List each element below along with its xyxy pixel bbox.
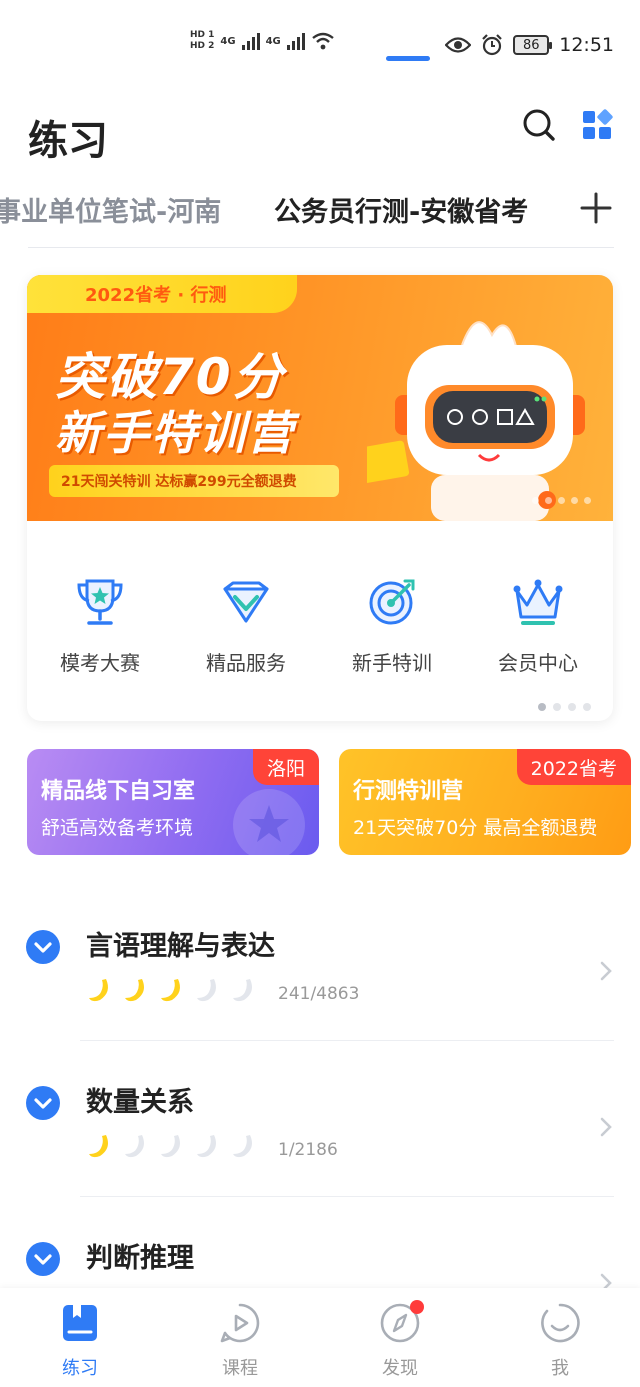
grid-icon[interactable] <box>580 108 614 142</box>
status-bar: HD 1 HD 2 4G 4G 86 12:51 <box>0 0 640 92</box>
star-badge-icon <box>233 789 305 855</box>
promo-title: 行测特训营 <box>353 779 464 804</box>
diamond-icon <box>223 581 269 623</box>
sim1-label: HD 1 <box>190 30 215 40</box>
banana-filled-icon <box>125 979 144 1002</box>
banana-empty-icon <box>161 1135 180 1158</box>
chevron-right-icon <box>600 1117 612 1137</box>
sim-indicators: HD 1 HD 2 <box>190 30 214 52</box>
promo-card-study-room[interactable]: 精品线下自习室 舒适高效备考环境 洛阳 <box>27 749 319 855</box>
banana-filled-icon <box>89 1135 108 1158</box>
status-bar-left: HD 1 HD 2 4G 4G <box>190 30 335 52</box>
quick-menu-mock-exam[interactable]: 模考大赛 <box>27 575 173 685</box>
signal2-icon <box>286 32 305 50</box>
nav-label: 练习 <box>62 1358 98 1379</box>
banner-tag: 2022省考 · 行测 <box>27 275 297 313</box>
promo-subtitle: 21天突破70分 最高全额退费 <box>353 817 598 839</box>
nav-practice[interactable]: 练习 <box>30 1302 130 1380</box>
battery-icon: 86 <box>513 35 553 55</box>
robot-mascot-icon <box>367 321 585 521</box>
rating-stars <box>86 976 258 1004</box>
banana-empty-icon <box>197 979 216 1002</box>
notification-dot <box>410 1300 424 1314</box>
alarm-icon <box>482 34 503 56</box>
trophy-icon <box>77 579 123 625</box>
clock: 12:51 <box>559 34 614 56</box>
sim2-label: HD 2 <box>190 41 215 51</box>
quick-menu-pagination <box>538 703 591 711</box>
exam-tabs: 事业单位笔试-河南 公务员行测-安徽省考 <box>0 186 640 246</box>
promo-banner[interactable]: 2022省考 · 行测 突破70分 新手特训营 21天闯关特训 达标赢299元全… <box>27 275 613 521</box>
nav-label: 课程 <box>222 1358 258 1379</box>
banner-pagination <box>532 497 591 504</box>
practice-title: 数量关系 <box>86 1087 194 1118</box>
banana-filled-icon <box>161 979 180 1002</box>
page-title: 练习 <box>28 118 108 164</box>
search-icon[interactable] <box>522 108 556 142</box>
expand-chevron-icon[interactable] <box>26 930 60 964</box>
row-divider <box>80 1040 614 1041</box>
quick-menu-label: 新手特训 <box>352 651 432 675</box>
eye-icon <box>445 37 472 53</box>
signal1-icon <box>241 32 260 50</box>
promo-badge: 2022省考 <box>516 749 631 785</box>
practice-count: 1/2186 <box>278 1140 338 1160</box>
nav-label: 我 <box>551 1358 569 1379</box>
tab-exam-2[interactable]: 公务员行测-安徽省考 <box>274 190 528 229</box>
quick-menu-label: 精品服务 <box>206 651 286 675</box>
expand-chevron-icon[interactable] <box>26 1242 60 1276</box>
banner-subtitle: 21天闯关特训 达标赢299元全额退费 <box>49 465 339 497</box>
tab-active-indicator <box>386 56 430 61</box>
practice-count: 241/4863 <box>278 984 360 1004</box>
play-icon <box>220 1303 260 1343</box>
target-icon <box>369 579 415 625</box>
quick-menu-membership[interactable]: 会员中心 <box>465 575 611 685</box>
expand-chevron-icon[interactable] <box>26 1086 60 1120</box>
banner-headline-2: 新手特训营 <box>55 406 295 460</box>
wifi-icon <box>312 32 334 50</box>
crown-icon <box>513 579 563 625</box>
nav-label: 发现 <box>382 1358 418 1379</box>
promo-title: 精品线下自习室 <box>41 779 196 804</box>
banana-empty-icon <box>197 1135 216 1158</box>
tab-exam-1[interactable]: 事业单位笔试-河南 <box>0 190 221 229</box>
quick-menu-beginner-training[interactable]: 新手特训 <box>319 575 465 685</box>
quick-menu-premium-service[interactable]: 精品服务 <box>173 575 319 685</box>
nav-courses[interactable]: 课程 <box>190 1302 290 1380</box>
banner-card: 2022省考 · 行测 突破70分 新手特训营 21天闯关特训 达标赢299元全… <box>27 275 613 721</box>
row-divider <box>80 1196 614 1197</box>
banana-filled-icon <box>89 979 108 1002</box>
profile-icon <box>541 1303 580 1343</box>
quick-menu-label: 会员中心 <box>498 651 578 675</box>
bottom-nav: 练习 课程 发现 我 <box>0 1288 640 1387</box>
nav-profile[interactable]: 我 <box>510 1302 610 1380</box>
promo-card-training-camp[interactable]: 行测特训营 21天突破70分 最高全额退费 2022省考 <box>339 749 631 855</box>
status-bar-right: 86 12:51 <box>445 34 614 56</box>
practice-item[interactable]: 言语理解与表达 241/4863 <box>0 930 640 1080</box>
banana-empty-icon <box>233 979 252 1002</box>
book-icon <box>63 1305 97 1341</box>
rating-stars <box>86 1132 258 1160</box>
nav-discover[interactable]: 发现 <box>350 1300 450 1380</box>
practice-title: 言语理解与表达 <box>86 931 275 962</box>
plus-icon[interactable] <box>576 186 616 230</box>
quick-menu-label: 模考大赛 <box>60 651 140 675</box>
promo-subtitle: 舒适高效备考环境 <box>41 817 194 839</box>
banana-empty-icon <box>125 1135 144 1158</box>
network1-label: 4G <box>220 35 236 47</box>
battery-level: 86 <box>522 37 540 53</box>
chevron-right-icon <box>600 961 612 981</box>
network2-label: 4G <box>265 35 281 47</box>
tabs-divider <box>28 247 614 248</box>
promo-badge: 洛阳 <box>252 749 319 785</box>
banana-empty-icon <box>233 1135 252 1158</box>
practice-item[interactable]: 数量关系 1/2186 <box>0 1086 640 1236</box>
practice-title: 判断推理 <box>86 1243 194 1274</box>
